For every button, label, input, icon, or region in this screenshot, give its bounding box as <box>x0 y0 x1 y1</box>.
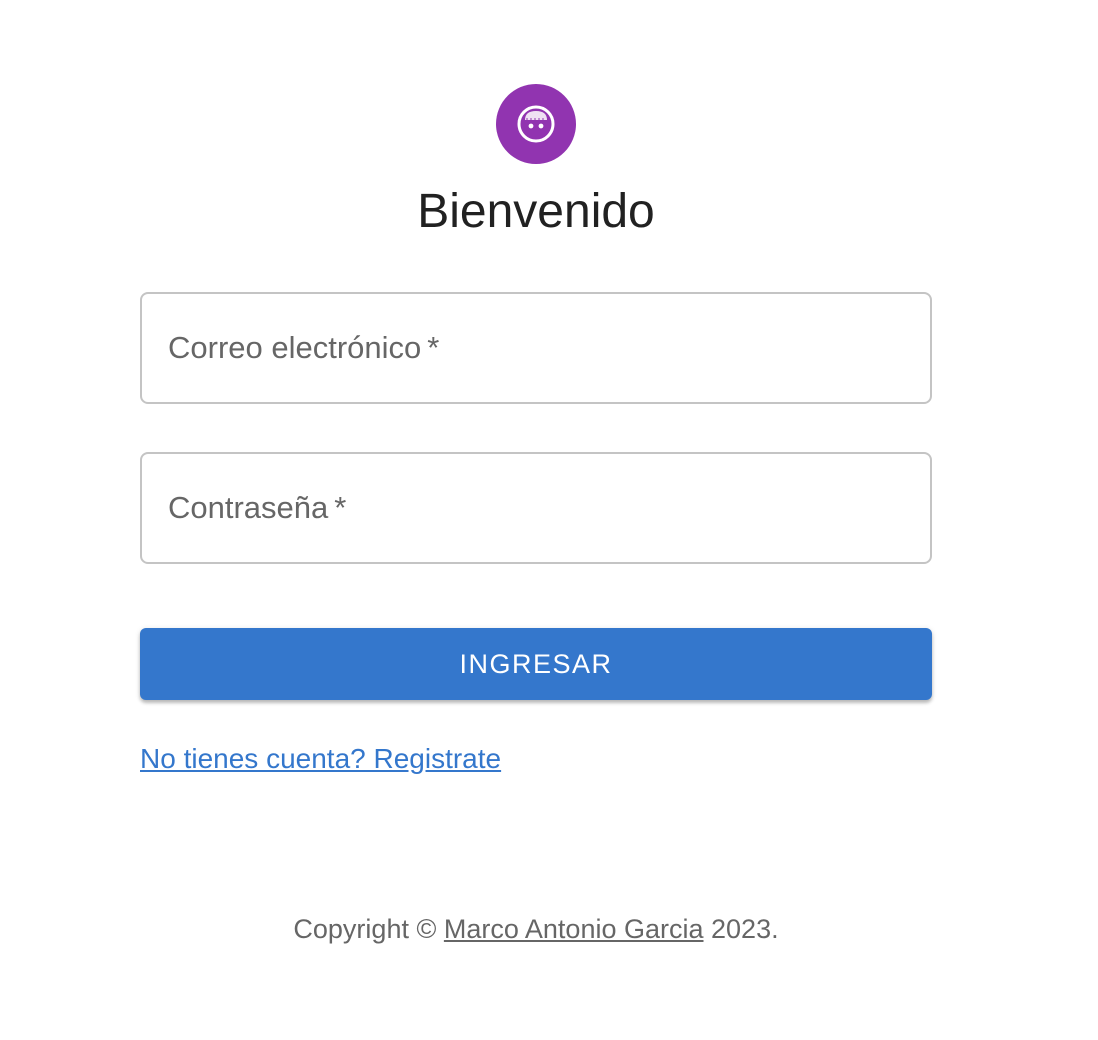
user-face-icon <box>517 105 555 143</box>
email-field[interactable]: Correo electrónico * <box>140 292 932 404</box>
password-field[interactable]: Contraseña * <box>140 452 932 564</box>
email-input[interactable] <box>142 294 930 402</box>
password-input[interactable] <box>142 454 930 562</box>
register-link[interactable]: No tienes cuenta? Registrate <box>140 740 501 778</box>
copyright-prefix: Copyright © <box>293 914 437 944</box>
page-title: Bienvenido <box>417 185 655 238</box>
login-button[interactable]: INGRESAR <box>140 628 932 700</box>
avatar <box>496 84 576 164</box>
copyright: Copyright © Marco Antonio Garcia 2023. <box>140 910 932 948</box>
author-link[interactable]: Marco Antonio Garcia <box>444 914 704 944</box>
copyright-year: 2023. <box>711 914 779 944</box>
